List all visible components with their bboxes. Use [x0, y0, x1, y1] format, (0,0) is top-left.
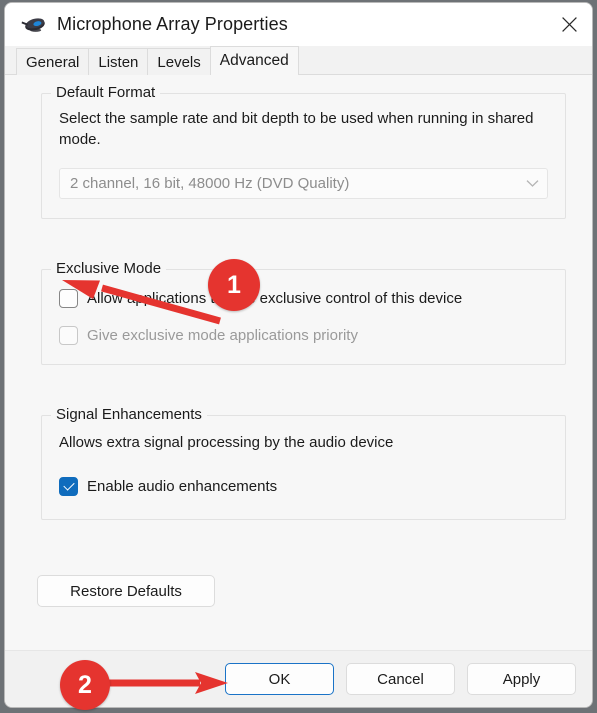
title-bar: Microphone Array Properties	[5, 3, 592, 46]
exclusive-priority-label: Give exclusive mode applications priorit…	[87, 326, 358, 344]
apply-label: Apply	[502, 670, 541, 688]
ok-button[interactable]: OK	[225, 663, 334, 695]
properties-dialog-window: Microphone Array Properties General List…	[4, 2, 593, 708]
group-title-signal-enhancements: Signal Enhancements	[51, 406, 207, 423]
restore-defaults-button[interactable]: Restore Defaults	[37, 575, 215, 607]
enable-audio-enhancements-label: Enable audio enhancements	[87, 477, 278, 495]
tab-label: Advanced	[219, 52, 289, 69]
close-icon[interactable]	[546, 3, 592, 46]
group-title-default-format: Default Format	[51, 84, 161, 101]
group-title-exclusive-mode: Exclusive Mode	[51, 260, 167, 277]
chevron-down-icon	[526, 175, 539, 192]
tab-advanced[interactable]: Advanced	[209, 46, 299, 75]
default-format-description: Select the sample rate and bit depth to …	[59, 110, 534, 148]
apply-button[interactable]: Apply	[467, 663, 576, 695]
tab-listen[interactable]: Listen	[88, 48, 149, 75]
enable-audio-enhancements-checkbox[interactable]	[59, 476, 78, 496]
window-title: Microphone Array Properties	[57, 14, 288, 34]
signal-enhancements-group: Signal Enhancements Allows extra signal …	[41, 406, 566, 520]
tab-levels[interactable]: Levels	[147, 48, 211, 75]
enable-audio-enhancements-row[interactable]: Enable audio enhancements	[59, 475, 548, 497]
default-format-group: Default Format Select the sample rate an…	[41, 84, 566, 219]
tab-strip: General Listen Levels Advanced	[5, 46, 592, 75]
annotation-number: 1	[227, 270, 241, 299]
cancel-label: Cancel	[377, 670, 424, 688]
default-format-value: 2 channel, 16 bit, 48000 Hz (DVD Quality…	[70, 175, 350, 192]
annotation-number: 2	[78, 670, 92, 699]
default-format-combobox[interactable]: 2 channel, 16 bit, 48000 Hz (DVD Quality…	[59, 168, 548, 199]
allow-exclusive-control-row[interactable]: Allow applications to take exclusive con…	[59, 287, 548, 309]
ok-label: OK	[268, 670, 291, 688]
allow-exclusive-control-checkbox[interactable]	[59, 288, 78, 308]
restore-defaults-label: Restore Defaults	[70, 582, 182, 600]
tab-label: General	[26, 53, 80, 71]
exclusive-priority-row: Give exclusive mode applications priorit…	[59, 324, 548, 346]
cancel-button[interactable]: Cancel	[346, 663, 455, 695]
signal-enhancements-description: Allows extra signal processing by the au…	[59, 434, 394, 451]
annotation-badge-1: 1	[208, 259, 260, 311]
tab-label: Levels	[157, 53, 201, 71]
tab-label: Listen	[98, 53, 139, 71]
exclusive-priority-checkbox	[59, 325, 78, 345]
exclusive-mode-group: Exclusive Mode Allow applications to tak…	[41, 260, 566, 365]
advanced-tab-panel: Default Format Select the sample rate an…	[5, 75, 592, 650]
allow-exclusive-control-label: Allow applications to take exclusive con…	[87, 289, 463, 307]
tab-general[interactable]: General	[16, 48, 90, 75]
microphone-array-icon	[19, 14, 49, 36]
annotation-badge-2: 2	[60, 660, 110, 710]
